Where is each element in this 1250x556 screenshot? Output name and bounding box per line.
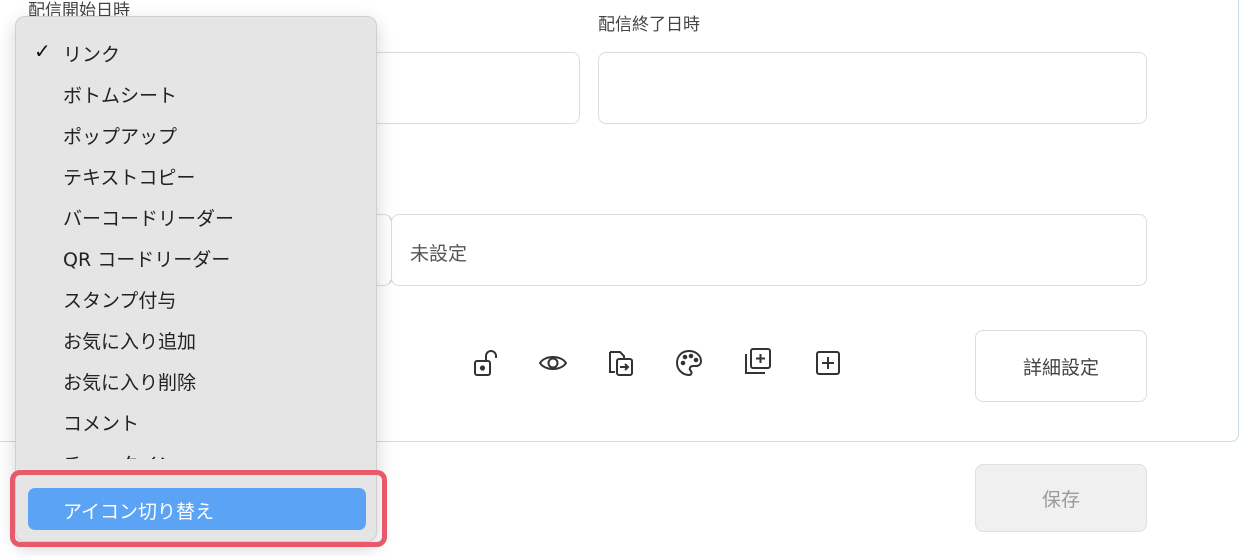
menu-item-favorite-add[interactable]: お気に入り追加 bbox=[16, 320, 376, 358]
menu-item-stamp[interactable]: スタンプ付与 bbox=[16, 279, 376, 317]
menu-item-link[interactable]: ✓ リンク bbox=[16, 33, 376, 71]
palette-icon[interactable] bbox=[674, 348, 704, 378]
transfer-icon[interactable] bbox=[606, 348, 636, 378]
end-datetime-field[interactable] bbox=[598, 52, 1147, 124]
action-type-dropdown: ✓ リンク ボトムシート ポップアップ テキストコピー バーコードリーダー QR… bbox=[15, 16, 377, 542]
check-icon: ✓ bbox=[34, 39, 51, 63]
menu-item-popup[interactable]: ポップアップ bbox=[16, 115, 376, 153]
eye-icon[interactable] bbox=[538, 348, 568, 378]
add-icon[interactable] bbox=[813, 348, 843, 378]
menu-item-bottom-sheet[interactable]: ボトムシート bbox=[16, 74, 376, 112]
menu-item-icon-switch[interactable]: アイコン切り替え bbox=[28, 488, 366, 530]
save-button[interactable]: 保存 bbox=[975, 464, 1147, 532]
menu-item-checkin[interactable]: チェックイン bbox=[16, 443, 376, 459]
menu-item-barcode-reader[interactable]: バーコードリーダー bbox=[16, 197, 376, 235]
menu-item-text-copy[interactable]: テキストコピー bbox=[16, 156, 376, 194]
menu-item-favorite-remove[interactable]: お気に入り削除 bbox=[16, 361, 376, 399]
action-value-text: 未設定 bbox=[410, 243, 468, 265]
menu-item-comment[interactable]: コメント bbox=[16, 402, 376, 440]
menu-item-qr-reader[interactable]: QR コードリーダー bbox=[16, 238, 376, 276]
unlock-icon[interactable] bbox=[470, 348, 500, 378]
duplicate-icon[interactable] bbox=[743, 346, 773, 376]
end-datetime-label: 配信終了日時 bbox=[598, 15, 700, 35]
detail-settings-button[interactable]: 詳細設定 bbox=[975, 330, 1147, 402]
action-value-field[interactable]: 未設定 bbox=[391, 214, 1147, 286]
